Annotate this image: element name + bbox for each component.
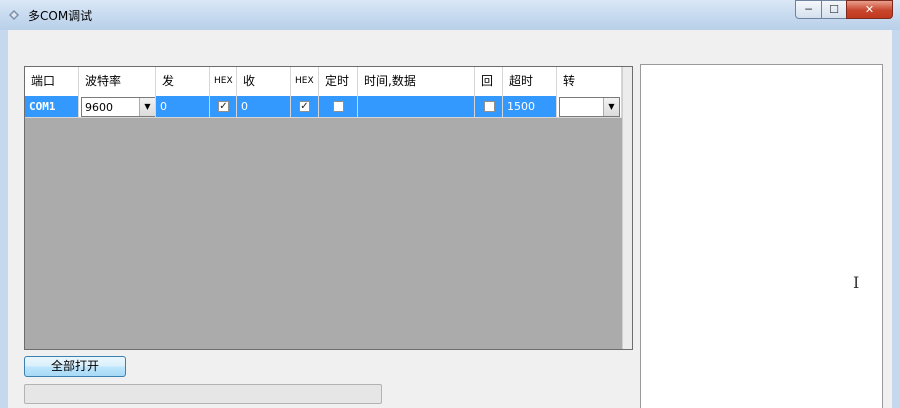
recv-count: 0 bbox=[241, 100, 248, 113]
forward-select[interactable]: ▼ bbox=[559, 97, 620, 117]
grid-scrollbar[interactable] bbox=[622, 67, 632, 349]
window-title: 多COM调试 bbox=[28, 9, 93, 23]
echo-cell[interactable] bbox=[475, 96, 503, 118]
column-header-echo[interactable]: 回 bbox=[475, 67, 503, 96]
title-bar[interactable]: 多COM调试 ─ ☐ ✕ bbox=[0, 0, 900, 31]
minimize-button[interactable]: ─ bbox=[795, 0, 822, 19]
echo-checkbox[interactable] bbox=[484, 101, 495, 112]
minimize-icon: ─ bbox=[805, 3, 812, 16]
column-header-send-hex[interactable]: HEX bbox=[210, 67, 237, 96]
column-header-forward[interactable]: 转 bbox=[557, 67, 622, 96]
close-button[interactable]: ✕ bbox=[846, 0, 893, 19]
timed-cell[interactable] bbox=[319, 96, 358, 118]
forward-cell[interactable]: ▼ bbox=[557, 96, 622, 118]
baud-select[interactable]: 9600 ▼ bbox=[81, 97, 155, 117]
port-cell[interactable]: COM1 bbox=[25, 96, 79, 118]
open-all-button[interactable]: 全部打开 bbox=[24, 356, 126, 377]
recv-hex-checkbox[interactable]: ✓ bbox=[299, 101, 310, 112]
recv-cell[interactable]: 0 bbox=[237, 96, 291, 118]
window-frame-left bbox=[0, 30, 8, 408]
close-icon: ✕ bbox=[864, 3, 875, 16]
app-icon bbox=[9, 10, 19, 20]
port-name: COM1 bbox=[29, 100, 56, 113]
timeout-cell[interactable]: 1500 bbox=[503, 96, 557, 118]
dropdown-arrow-icon[interactable]: ▼ bbox=[603, 98, 619, 116]
log-textarea[interactable] bbox=[640, 64, 883, 408]
port-grid: 端口 波特率 发 HEX 收 HEX 定时 时间,数据 回 超时 转 COM1 … bbox=[24, 66, 633, 350]
baud-value: 9600 bbox=[85, 101, 113, 114]
column-header-timed[interactable]: 定时 bbox=[319, 67, 358, 96]
column-header-recv-hex[interactable]: HEX bbox=[291, 67, 319, 96]
progress-bar bbox=[24, 384, 382, 404]
text-cursor-icon: I bbox=[853, 273, 860, 292]
baud-cell[interactable]: 9600 ▼ bbox=[79, 96, 156, 118]
column-header-baud[interactable]: 波特率 bbox=[79, 67, 156, 96]
send-hex-checkbox[interactable]: ✓ bbox=[218, 101, 229, 112]
column-header-send[interactable]: 发 bbox=[156, 67, 210, 96]
send-cell[interactable]: 0 bbox=[156, 96, 210, 118]
table-row[interactable]: COM1 9600 ▼ 0 ✓ 0 ✓ 1500 ▼ bbox=[25, 96, 622, 118]
time-data-cell[interactable] bbox=[358, 96, 475, 118]
column-header-timeout[interactable]: 超时 bbox=[503, 67, 557, 96]
send-hex-cell[interactable]: ✓ bbox=[210, 96, 237, 118]
column-header-recv[interactable]: 收 bbox=[237, 67, 291, 96]
window-frame-right bbox=[892, 30, 900, 408]
column-header-port[interactable]: 端口 bbox=[25, 67, 79, 96]
column-header-time-data[interactable]: 时间,数据 bbox=[358, 67, 475, 96]
maximize-button[interactable]: ☐ bbox=[821, 0, 847, 19]
timeout-value: 1500 bbox=[507, 100, 535, 113]
maximize-icon: ☐ bbox=[829, 3, 839, 16]
timed-checkbox[interactable] bbox=[333, 101, 344, 112]
send-count: 0 bbox=[160, 100, 167, 113]
dropdown-arrow-icon[interactable]: ▼ bbox=[139, 98, 155, 116]
recv-hex-cell[interactable]: ✓ bbox=[291, 96, 319, 118]
grid-header: 端口 波特率 发 HEX 收 HEX 定时 时间,数据 回 超时 转 bbox=[25, 67, 622, 96]
